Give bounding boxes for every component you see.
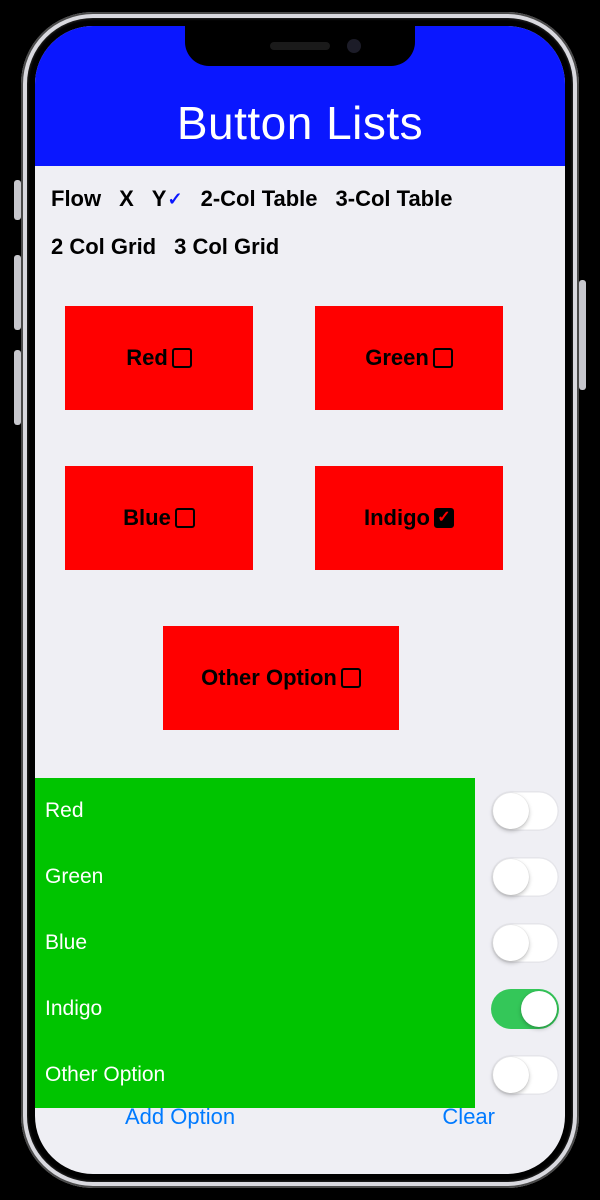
checkbox-icon — [341, 668, 361, 688]
notch — [185, 26, 415, 66]
switch-row-indigo: Indigo — [35, 976, 475, 1042]
switch-other[interactable] — [491, 1055, 559, 1095]
tab-y[interactable]: Y✓ — [146, 180, 195, 228]
mute-switch — [14, 180, 21, 220]
option-label: Other Option — [201, 665, 337, 691]
add-option-button[interactable]: Add Option — [125, 1104, 235, 1130]
tab-3col-grid[interactable]: 3 Col Grid — [168, 228, 291, 276]
switch-label: Green — [45, 865, 103, 889]
tab-label: Flow — [51, 186, 101, 212]
switch-panel: Red Green Blue — [35, 778, 475, 1108]
tab-2col-grid[interactable]: 2 Col Grid — [45, 228, 168, 276]
tab-label: Y — [152, 186, 167, 212]
option-button-indigo[interactable]: Indigo — [315, 466, 503, 570]
switch-knob — [493, 793, 529, 829]
tab-2col-table[interactable]: 2-Col Table — [195, 180, 330, 228]
layout-tabs: Flow X Y✓ 2-Col Table 3-Col Table 2 Col … — [35, 166, 565, 282]
screen: Button Lists Flow X Y✓ 2-Col Table 3-Col… — [35, 26, 565, 1174]
tab-label: 3 Col Grid — [174, 234, 279, 260]
switch-knob — [493, 925, 529, 961]
switch-knob — [493, 859, 529, 895]
phone-frame: Button Lists Flow X Y✓ 2-Col Table 3-Col… — [21, 12, 579, 1188]
switch-indigo[interactable] — [491, 989, 559, 1029]
phone-frame-inner: Button Lists Flow X Y✓ 2-Col Table 3-Col… — [27, 18, 573, 1182]
option-button-other[interactable]: Other Option — [163, 626, 399, 730]
option-label: Red — [126, 345, 168, 371]
tab-label: 2 Col Grid — [51, 234, 156, 260]
switch-label: Other Option — [45, 1063, 165, 1087]
tab-label: 3-Col Table — [336, 186, 453, 212]
option-button-green[interactable]: Green — [315, 306, 503, 410]
switch-row-blue: Blue — [35, 910, 475, 976]
volume-down-button — [14, 350, 21, 425]
option-label: Blue — [123, 505, 171, 531]
page-title: Button Lists — [177, 96, 423, 150]
volume-up-button — [14, 255, 21, 330]
tab-flow[interactable]: Flow — [45, 180, 113, 228]
tab-x[interactable]: X — [113, 180, 146, 228]
option-label: Indigo — [364, 505, 430, 531]
switch-row-green: Green — [35, 844, 475, 910]
front-camera — [347, 39, 361, 53]
power-button — [579, 280, 586, 390]
tab-3col-table[interactable]: 3-Col Table — [330, 180, 465, 228]
clear-button[interactable]: Clear — [442, 1104, 495, 1130]
option-label: Green — [365, 345, 429, 371]
switch-blue[interactable] — [491, 923, 559, 963]
switch-red[interactable] — [491, 791, 559, 831]
checkbox-icon — [433, 348, 453, 368]
switch-section: Red Green Blue — [35, 778, 565, 1108]
checkbox-icon — [175, 508, 195, 528]
speaker — [270, 42, 330, 50]
checkbox-icon — [172, 348, 192, 368]
option-button-grid: Red Green Blue Indigo Other Option — [35, 282, 565, 750]
tab-label: 2-Col Table — [201, 186, 318, 212]
switch-green[interactable] — [491, 857, 559, 897]
checkmark-icon: ✓ — [167, 189, 182, 210]
tab-label: X — [119, 186, 134, 212]
option-button-red[interactable]: Red — [65, 306, 253, 410]
bottom-toolbar: Add Option Clear — [35, 1090, 565, 1174]
switch-label: Blue — [45, 931, 87, 955]
switch-row-red: Red — [35, 778, 475, 844]
checkbox-checked-icon — [434, 508, 454, 528]
switch-knob — [521, 991, 557, 1027]
switch-knob — [493, 1057, 529, 1093]
switch-label: Red — [45, 799, 84, 823]
option-button-blue[interactable]: Blue — [65, 466, 253, 570]
switch-label: Indigo — [45, 997, 102, 1021]
